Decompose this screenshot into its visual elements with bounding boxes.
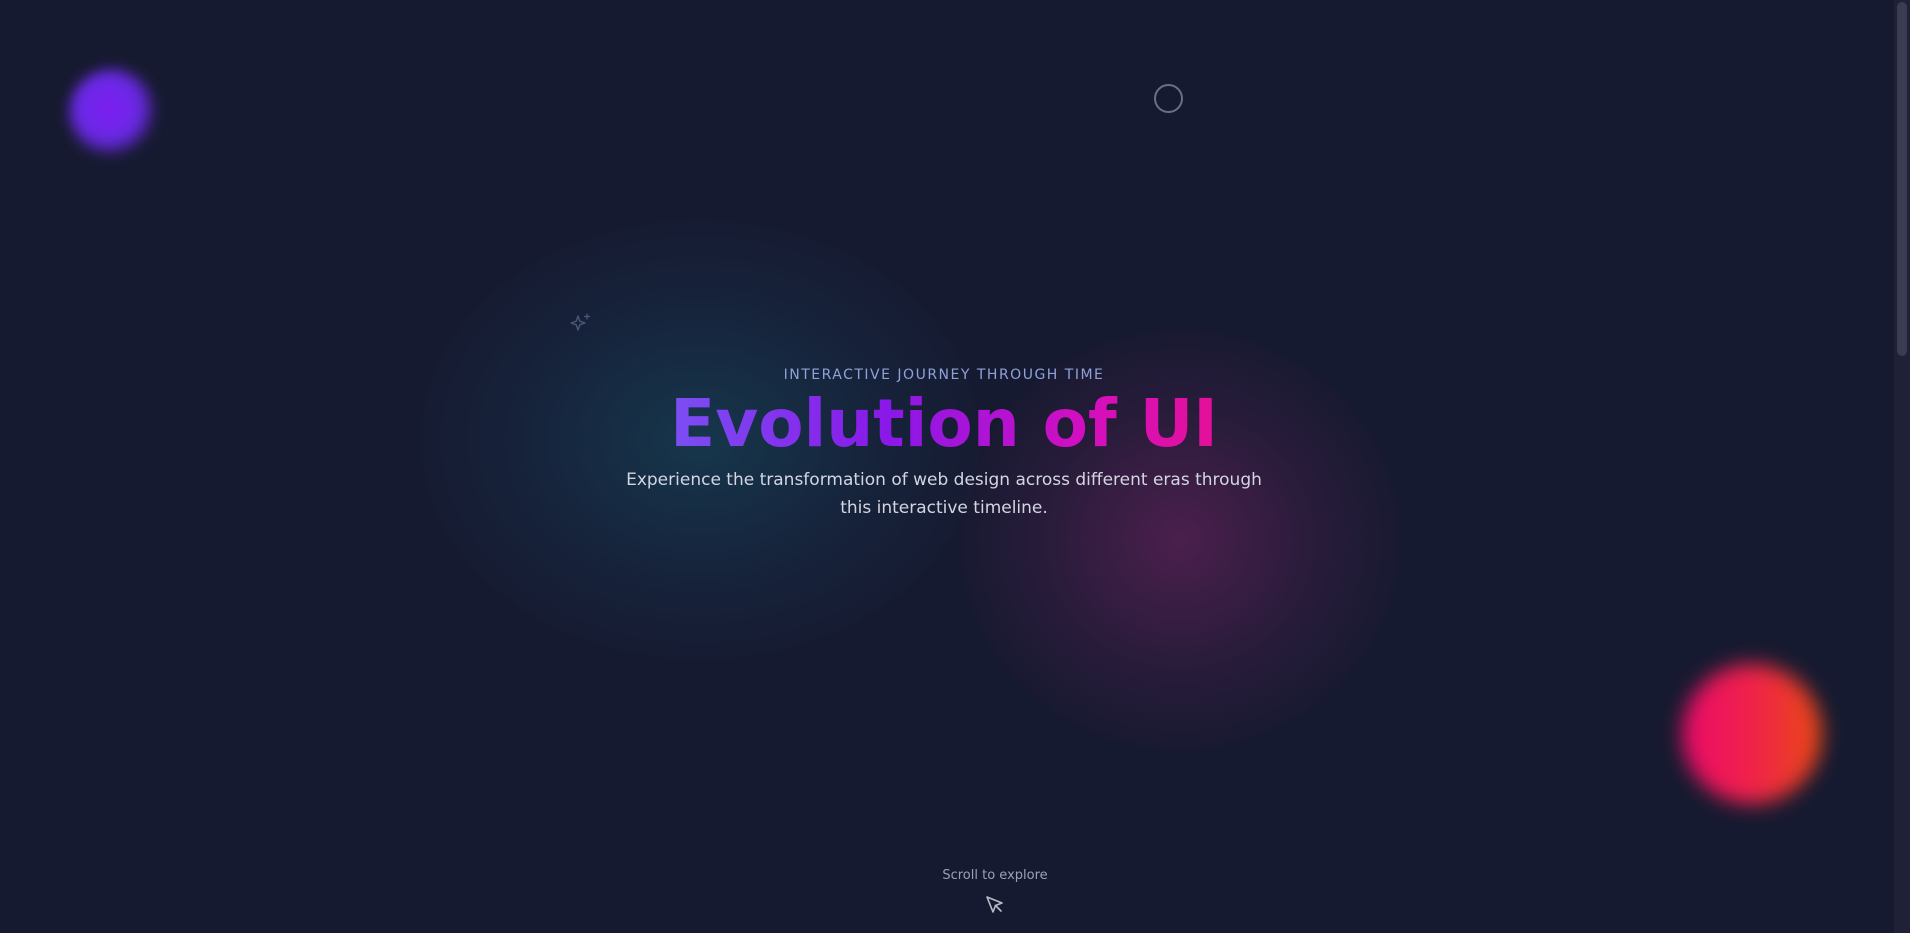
cursor-arrow-icon [986, 896, 1003, 913]
hero-section: INTERACTIVE JOURNEY THROUGH TIME Evoluti… [0, 360, 1888, 522]
sparkles-icon [570, 313, 591, 331]
page: INTERACTIVE JOURNEY THROUGH TIME Evoluti… [0, 0, 1910, 933]
hero-subtitle: Experience the transformation of web des… [626, 470, 1262, 518]
circle-outline-icon [1154, 84, 1183, 113]
scrollbar-thumb[interactable] [1897, 2, 1907, 356]
hero-title: Evolution of UI [670, 385, 1218, 462]
hero-eyebrow: INTERACTIVE JOURNEY THROUGH TIME [783, 367, 1105, 383]
floating-orb-purple [68, 68, 158, 158]
floating-orb-red [1682, 664, 1822, 804]
vertical-scrollbar[interactable] [1894, 0, 1910, 933]
scroll-hint[interactable]: Scroll to explore [895, 866, 1095, 916]
scroll-hint-label: Scroll to explore [942, 868, 1048, 883]
